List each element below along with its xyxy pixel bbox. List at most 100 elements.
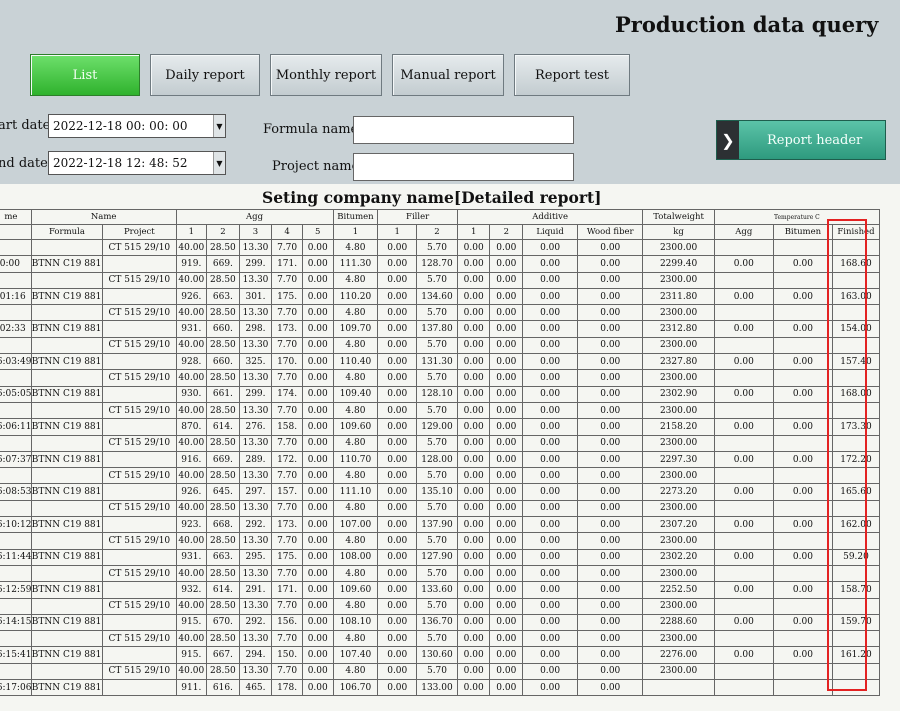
col-temp-agg: Agg	[713, 224, 774, 240]
cell-time: 06:07:37	[0, 450, 32, 469]
cell-temp-bitumen	[772, 369, 833, 387]
table-row[interactable]: CT 515 29/10 40.00 28.50 13.30 7.70 0.00 4.80 0…	[0, 238, 881, 257]
cell-project	[102, 646, 177, 664]
cell-time	[0, 369, 32, 387]
project-name-input[interactable]	[353, 153, 574, 181]
monthly-report-button[interactable]: Monthly report	[270, 54, 382, 96]
cell-agg-5: 0.00	[301, 597, 334, 615]
cell-additive-1: 0.00	[456, 304, 491, 322]
end-date-picker[interactable]: 2022-12-18 12: 48: 52 ▼	[48, 151, 226, 175]
table-row[interactable]: CT 515 29/10 40.00 28.50 13.30 7.70 0.00 4.80 0…	[0, 499, 881, 518]
report-header-button[interactable]: ❯ Report header	[716, 120, 886, 160]
cell-bitumen-1: 4.80	[332, 401, 379, 420]
table-row[interactable]: CT 515 29/10 40.00 28.50 13.30 7.70 0.00 4.80 0…	[0, 597, 881, 615]
cell-filler-2: 130.60	[416, 646, 458, 664]
cell-formula: BTNN C19 8819	[30, 548, 104, 566]
table-row[interactable]: 06:11:44BTNN C19 8819931.663.295.175.0.0…	[0, 548, 881, 566]
cell-additive-liquid: 0.00	[522, 613, 579, 632]
table-row[interactable]: 06:03:49BTNN C19 8819928.660.325.170.0.0…	[0, 353, 881, 371]
cell-additive-2: 0.00	[489, 369, 524, 387]
col-additive-header: Additive	[456, 209, 644, 225]
cell-additive-liquid: 0.00	[522, 467, 579, 485]
cell-additive-1: 0.00	[456, 336, 491, 355]
cell-project	[102, 516, 177, 534]
cell-bitumen-1: 109.60	[332, 418, 379, 436]
cell-formula: BTNN C19 8819	[30, 516, 104, 534]
cell-temp-agg: 0.00	[713, 385, 774, 403]
cell-agg-4: 158.	[271, 418, 303, 436]
cell-additive-liquid: 0.00	[522, 564, 579, 583]
cell-temp-bitumen: 0.00	[772, 646, 833, 664]
cell-additive-woodfiber: 0.00	[577, 679, 644, 697]
cell-agg-3: 13.30	[238, 467, 273, 485]
table-row[interactable]: CT 515 29/10 40.00 28.50 13.30 7.70 0.00 4.80 0…	[0, 467, 881, 485]
table-row[interactable]: CT 515 29/10 40.00 28.50 13.30 7.70 0.00 4.80 0…	[0, 564, 881, 583]
col-total-unit: kg	[642, 224, 715, 240]
cell-additive-2: 0.00	[489, 304, 524, 322]
cell-additive-woodfiber: 0.00	[577, 304, 644, 322]
table-row[interactable]: 06:14:15BTNN C19 8819915.670.292.156.0.0…	[0, 613, 881, 632]
table-row[interactable]: CT 515 29/10 40.00 28.50 13.30 7.70 0.00 4.80 0…	[0, 336, 881, 355]
cell-additive-2: 0.00	[489, 548, 524, 566]
cell-agg-3: 13.30	[238, 369, 273, 387]
cell-bitumen-1: 106.70	[332, 679, 379, 697]
chevron-down-icon[interactable]: ▼	[213, 152, 225, 174]
table-row[interactable]: 06:17:06BTNN C19 8819911.616.465.178.0.0…	[0, 679, 881, 697]
cell-formula: BTNN C19 8819	[30, 418, 104, 436]
table-row[interactable]: 06:07:37BTNN C19 8819916.669.289.172.0.0…	[0, 450, 881, 469]
cell-agg-2: 668.	[206, 516, 240, 534]
report-test-button[interactable]: Report test	[514, 54, 630, 96]
cell-agg-4: 7.70	[271, 434, 303, 452]
table-row[interactable]: 06:06:11BTNN C19 8819870.614.276.158.0.0…	[0, 418, 881, 436]
cell-filler-2: 137.80	[416, 320, 458, 338]
cell-total-weight: 2300.00	[642, 434, 715, 452]
cell-agg-2: 28.50	[206, 597, 240, 615]
cell-agg-4: 7.70	[271, 336, 303, 355]
table-row[interactable]: CT 515 29/10 40.00 28.50 13.30 7.70 0.00 4.80 0…	[0, 369, 881, 387]
table-row[interactable]: CT 515 29/10 40.00 28.50 13.30 7.70 0.00 4.80 0…	[0, 532, 881, 550]
cell-additive-liquid: 0.00	[522, 532, 579, 550]
table-row[interactable]: 06:15:41BTNN C19 8819915.667.294.150.0.0…	[0, 646, 881, 664]
table-row[interactable]: CT 515 29/10 40.00 28.50 13.30 7.70 0.00 4.80 0…	[0, 401, 881, 420]
formula-name-input[interactable]	[353, 116, 574, 144]
table-row[interactable]: CT 515 29/10 40.00 28.50 13.30 7.70 0.00 4.80 0…	[0, 271, 881, 289]
cell-agg-3: 13.30	[238, 564, 273, 583]
cell-total-weight: 2297.30	[642, 450, 715, 469]
cell-time	[0, 499, 32, 518]
table-row[interactable]: :00:00BTNN C19 8819919.669.299.171.0.001…	[0, 255, 881, 273]
cell-temp-bitumen	[772, 336, 833, 355]
cell-time: 06:03:49	[0, 353, 32, 371]
table-row[interactable]: 6:01:16BTNN C19 8819926.663.301.175.0.00…	[0, 287, 881, 306]
cell-additive-woodfiber: 0.00	[577, 467, 644, 485]
chevron-down-icon[interactable]: ▼	[213, 115, 225, 137]
manual-report-button[interactable]: Manual report	[392, 54, 504, 96]
table-row[interactable]: 06:10:12BTNN C19 8819923.668.292.173.0.0…	[0, 516, 881, 534]
cell-total-weight: 2276.00	[642, 646, 715, 664]
table-row[interactable]: CT 515 29/10 40.00 28.50 13.30 7.70 0.00 4.80 0…	[0, 434, 881, 452]
cell-additive-1: 0.00	[456, 483, 491, 501]
table-row[interactable]: CT 515 29/10 40.00 28.50 13.30 7.70 0.00 4.80 0…	[0, 662, 881, 681]
list-button[interactable]: List	[30, 54, 140, 96]
table-row[interactable]: 06:05:05BTNN C19 8819930.661.299.174.0.0…	[0, 385, 881, 403]
cell-temp-bitumen	[772, 597, 833, 615]
cell-additive-woodfiber: 0.00	[577, 271, 644, 289]
cell-time	[0, 238, 32, 257]
table-row[interactable]: CT 515 29/10 40.00 28.50 13.30 7.70 0.00 4.80 0…	[0, 304, 881, 322]
cell-time: :00:00	[0, 255, 32, 273]
start-date-picker[interactable]: 2022-12-18 00: 00: 00 ▼	[48, 114, 226, 138]
daily-report-button[interactable]: Daily report	[150, 54, 260, 96]
table-row[interactable]: 06:08:53BTNN C19 8819926.645.297.157.0.0…	[0, 483, 881, 501]
cell-filler-2: 129.00	[416, 418, 458, 436]
cell-agg-1: 930.	[175, 385, 208, 403]
cell-additive-liquid: 0.00	[522, 516, 579, 534]
cell-total-weight: 2300.00	[642, 499, 715, 518]
cell-additive-liquid: 0.00	[522, 548, 579, 566]
table-row[interactable]: CT 515 29/10 40.00 28.50 13.30 7.70 0.00 4.80 0…	[0, 630, 881, 648]
cell-agg-4: 7.70	[271, 304, 303, 322]
cell-total-weight: 2300.00	[642, 401, 715, 420]
table-row[interactable]: 6:02:33BTNN C19 8819931.660.298.173.0.00…	[0, 320, 881, 338]
header-row-2: Formula Project 1 2 3 4 5 1 1 2 1 2 Liqu…	[0, 224, 881, 240]
table-row[interactable]: 06:12:59BTNN C19 8819932.614.291.171.0.0…	[0, 581, 881, 599]
cell-agg-1: 932.	[175, 581, 208, 599]
cell-total-weight: 2300.00	[642, 467, 715, 485]
